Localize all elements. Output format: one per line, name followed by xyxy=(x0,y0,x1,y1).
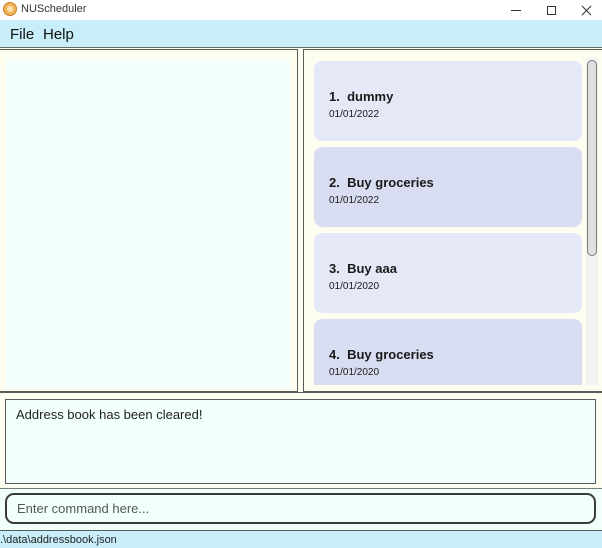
status-bar: .\data\addressbook.json xyxy=(0,530,602,548)
event-card-title: 4. Buy groceries xyxy=(329,347,434,362)
event-card-date: 01/01/2020 xyxy=(329,367,380,378)
event-card[interactable]: 4. Buy groceries 01/01/2020 xyxy=(314,319,582,385)
event-card-date: 01/01/2022 xyxy=(329,195,380,206)
event-card[interactable]: 3. Buy aaa 01/01/2020 xyxy=(314,233,582,313)
title-bar: NUScheduler xyxy=(0,0,602,20)
menu-help[interactable]: Help xyxy=(43,26,74,43)
event-card-date: 01/01/2020 xyxy=(329,281,380,292)
maximize-icon xyxy=(546,5,556,15)
command-input[interactable] xyxy=(5,493,596,524)
result-message: Address book has been cleared! xyxy=(16,407,203,422)
close-button[interactable] xyxy=(568,0,602,20)
result-display: Address book has been cleared! xyxy=(5,399,596,484)
event-card-title: 2. Buy groceries xyxy=(329,175,434,190)
close-icon xyxy=(581,5,592,16)
app-logo-icon xyxy=(3,2,17,16)
window-title: NUScheduler xyxy=(21,3,87,15)
event-card-date: 01/01/2022 xyxy=(329,109,380,120)
result-display-region: Address book has been cleared! xyxy=(0,392,602,488)
scrollbar-thumb[interactable] xyxy=(587,60,597,256)
event-card-title: 3. Buy aaa xyxy=(329,261,397,276)
event-list: 1. dummy 01/01/2022 2. Buy groceries 01/… xyxy=(312,58,584,385)
event-card[interactable]: 2. Buy groceries 01/01/2022 xyxy=(314,147,582,227)
event-list-scrollbar[interactable] xyxy=(586,58,598,385)
event-card-title: 1. dummy xyxy=(329,89,394,104)
maximize-button[interactable] xyxy=(533,0,569,20)
left-panel xyxy=(0,49,298,392)
minimize-button[interactable] xyxy=(498,0,534,20)
event-card[interactable]: 1. dummy 01/01/2022 xyxy=(314,61,582,141)
menu-file[interactable]: File xyxy=(10,26,34,43)
main-split-pane: 1. dummy 01/01/2022 2. Buy groceries 01/… xyxy=(0,48,602,392)
event-list-panel: 1. dummy 01/01/2022 2. Buy groceries 01/… xyxy=(303,49,602,392)
minimize-icon xyxy=(511,9,521,11)
save-location: .\data\addressbook.json xyxy=(0,534,117,546)
detail-panel xyxy=(6,60,290,388)
command-box-region xyxy=(0,488,602,530)
menu-bar: File Help xyxy=(0,20,602,48)
